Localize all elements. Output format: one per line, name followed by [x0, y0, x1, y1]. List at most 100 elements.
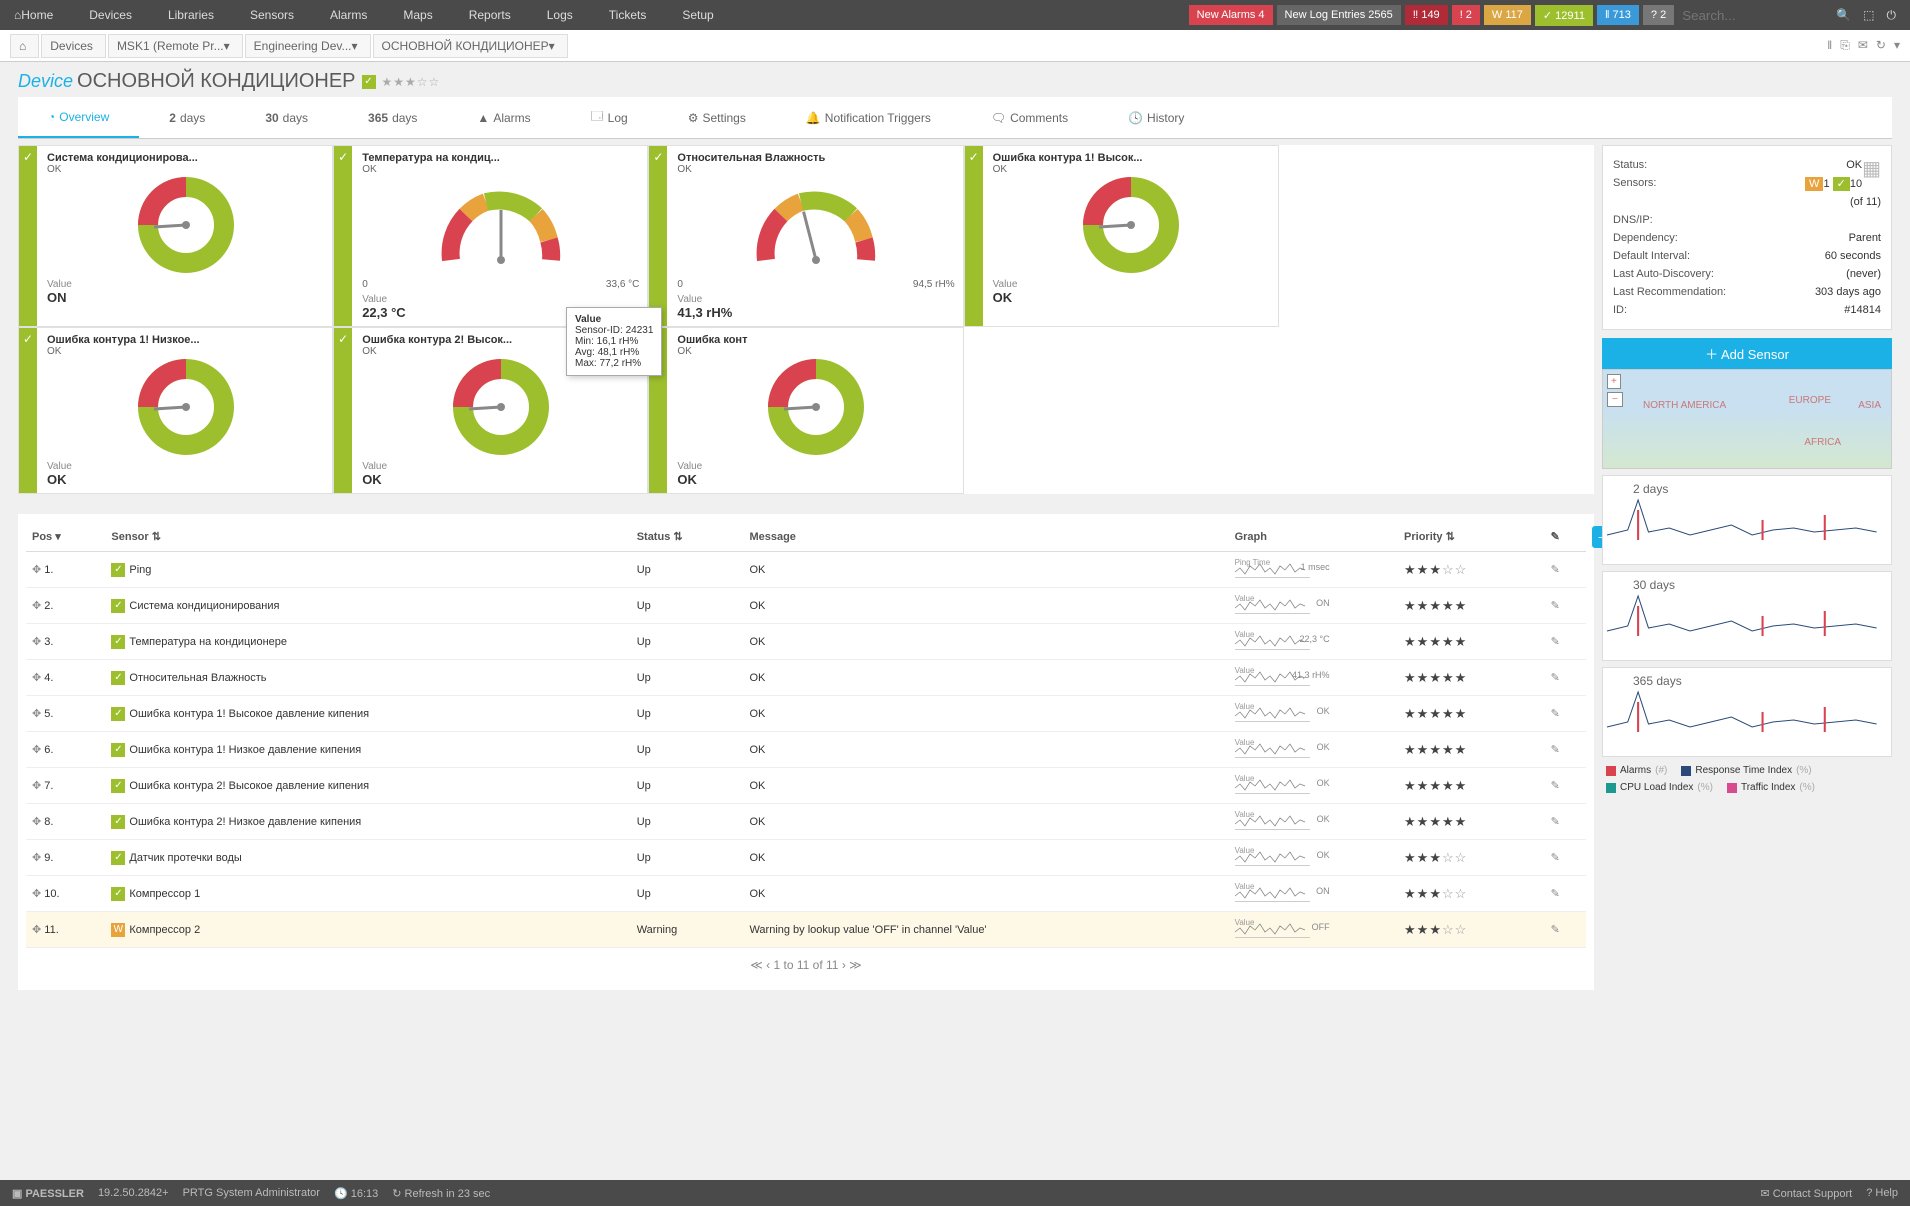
badge-warn[interactable]: W 117: [1484, 5, 1531, 25]
th-message[interactable]: Message: [743, 522, 1228, 552]
sensor-link[interactable]: Ошибка контура 1! Низкое давление кипени…: [129, 743, 361, 755]
priority-stars[interactable]: ★★★☆☆: [1404, 562, 1467, 577]
pause-icon[interactable]: ‖: [1827, 38, 1832, 53]
add-sensor-button[interactable]: ＋ Add Sensor: [1602, 338, 1892, 369]
sensor-link[interactable]: Компрессор 1: [129, 887, 200, 899]
sensor-link[interactable]: Система кондиционирования: [129, 599, 279, 611]
th-status[interactable]: Status ⇅: [631, 522, 744, 552]
edit-icon[interactable]: ✎: [1551, 888, 1560, 900]
pager-next[interactable]: ›: [842, 958, 846, 972]
search-icon[interactable]: 🔍: [1832, 4, 1855, 26]
edit-icon[interactable]: ✎: [1551, 816, 1560, 828]
contact-support[interactable]: ✉ Contact Support: [1760, 1187, 1852, 1200]
edit-icon[interactable]: ✎: [1551, 600, 1560, 612]
sensor-link[interactable]: Ping: [129, 563, 151, 575]
mini-chart-30days[interactable]: 30 days: [1602, 571, 1892, 661]
nav-sensors[interactable]: Sensors: [246, 2, 298, 28]
table-row[interactable]: ✥ 4.✓Относительная ВлажностьUpOKValue41,…: [26, 660, 1586, 696]
edit-icon[interactable]: ✎: [1551, 744, 1560, 756]
breadcrumb-device[interactable]: ОСНОВНОЙ КОНДИЦИОНЕР ▾: [373, 34, 568, 58]
drag-handle[interactable]: ✥: [32, 564, 41, 576]
tab-30-days[interactable]: 30 days: [235, 97, 338, 138]
nav-devices[interactable]: Devices: [85, 2, 136, 28]
table-row[interactable]: ✥ 11.WКомпрессор 2WarningWarning by look…: [26, 912, 1586, 948]
help-link[interactable]: ? Help: [1866, 1187, 1898, 1200]
breadcrumb-devices[interactable]: Devices: [41, 34, 106, 58]
priority-stars[interactable]: ★★★☆☆: [382, 75, 441, 89]
drag-handle[interactable]: ✥: [32, 924, 41, 936]
mini-chart-2days[interactable]: 2 days: [1602, 475, 1892, 565]
edit-icon[interactable]: ✎: [1551, 708, 1560, 720]
sensor-tile[interactable]: ✓Ошибка контура 1! Низкое...OKValueOK: [18, 327, 333, 494]
priority-stars[interactable]: ★★★★★: [1404, 814, 1467, 829]
tab-log[interactable]: 🗔Log: [561, 97, 658, 138]
table-row[interactable]: ✥ 2.✓Система кондиционированияUpOKValueO…: [26, 588, 1586, 624]
nav-maps[interactable]: Maps: [399, 2, 436, 28]
nav-alarms[interactable]: Alarms: [326, 2, 371, 28]
pager-first[interactable]: ≪: [750, 958, 766, 972]
edit-icon[interactable]: ✎: [1551, 672, 1560, 684]
refresh-status[interactable]: ↻ Refresh in 23 sec: [392, 1187, 490, 1200]
brand-logo[interactable]: ▣ PAESSLER: [12, 1187, 84, 1200]
badge-unknown[interactable]: ? 2: [1643, 5, 1674, 25]
table-row[interactable]: ✥ 3.✓Температура на кондиционереUpOKValu…: [26, 624, 1586, 660]
clipboard-icon[interactable]: ⎘: [1840, 38, 1850, 53]
sensor-link[interactable]: Ошибка контура 1! Высокое давление кипен…: [129, 707, 369, 719]
new-log-badge[interactable]: New Log Entries 2565: [1277, 5, 1401, 25]
th-graph[interactable]: Graph: [1229, 522, 1398, 552]
table-row[interactable]: ✥ 10.✓Компрессор 1UpOKValueON★★★☆☆✎: [26, 876, 1586, 912]
nav-setup[interactable]: Setup: [678, 2, 717, 28]
th-pos[interactable]: Pos ▾: [26, 522, 105, 552]
badge-up[interactable]: ✓ 12911: [1535, 5, 1593, 26]
nav-reports[interactable]: Reports: [465, 2, 515, 28]
table-row[interactable]: ✥ 7.✓Ошибка контура 2! Высокое давление …: [26, 768, 1586, 804]
nav-home[interactable]: ⌂Home: [10, 2, 57, 28]
th-sensor[interactable]: Sensor ⇅: [105, 522, 630, 552]
sensor-tile[interactable]: ✓Система кондиционирова...OKValueON: [18, 145, 333, 327]
sensor-tile[interactable]: ✓Температура на кондиц...OK033,6 °CValue…: [333, 145, 648, 327]
table-row[interactable]: ✥ 6.✓Ошибка контура 1! Низкое давление к…: [26, 732, 1586, 768]
drag-handle[interactable]: ✥: [32, 888, 41, 900]
priority-stars[interactable]: ★★★★★: [1404, 778, 1467, 793]
sensor-link[interactable]: Датчик протечки воды: [129, 851, 241, 863]
sensor-tile[interactable]: ✓Ошибка контура 1! Высок...OKValueOK: [964, 145, 1279, 327]
edit-icon[interactable]: ✎: [1551, 780, 1560, 792]
priority-stars[interactable]: ★★★☆☆: [1404, 850, 1467, 865]
sensor-link[interactable]: Ошибка контура 2! Низкое давление кипени…: [129, 815, 361, 827]
fullscreen-icon[interactable]: ⬚: [1859, 4, 1878, 26]
table-row[interactable]: ✥ 5.✓Ошибка контура 1! Высокое давление …: [26, 696, 1586, 732]
badge-down[interactable]: ! 2: [1452, 5, 1480, 25]
priority-stars[interactable]: ★★★★★: [1404, 670, 1467, 685]
priority-stars[interactable]: ★★★☆☆: [1404, 886, 1467, 901]
drag-handle[interactable]: ✥: [32, 816, 41, 828]
nav-tickets[interactable]: Tickets: [605, 2, 651, 28]
priority-stars[interactable]: ★★★☆☆: [1404, 922, 1467, 937]
th-priority[interactable]: Priority ⇅: [1398, 522, 1545, 552]
priority-stars[interactable]: ★★★★★: [1404, 598, 1467, 613]
drag-handle[interactable]: ✥: [32, 636, 41, 648]
priority-stars[interactable]: ★★★★★: [1404, 742, 1467, 757]
qr-icon[interactable]: ▦: [1862, 156, 1881, 181]
badge-paused[interactable]: ‖ 713: [1597, 5, 1639, 25]
map-zoom-out[interactable]: −: [1607, 392, 1623, 407]
map-zoom-in[interactable]: +: [1607, 374, 1621, 389]
pager-last[interactable]: ≫: [849, 958, 862, 972]
sensor-link[interactable]: Температура на кондиционере: [129, 635, 287, 647]
tab-alarms[interactable]: ▲Alarms: [447, 97, 560, 138]
drag-handle[interactable]: ✥: [32, 708, 41, 720]
tab-2-days[interactable]: 2 days: [139, 97, 235, 138]
nav-logs[interactable]: Logs: [543, 2, 577, 28]
tab-overview[interactable]: ◔Overview: [18, 97, 139, 138]
priority-stars[interactable]: ★★★★★: [1404, 706, 1467, 721]
breadcrumb-group[interactable]: Engineering Dev... ▾: [245, 34, 371, 58]
tab-settings[interactable]: ⚙Settings: [658, 97, 776, 138]
breadcrumb-probe[interactable]: MSK1 (Remote Pr... ▾: [108, 34, 243, 58]
edit-icon[interactable]: ✎: [1551, 564, 1560, 576]
new-alarms-badge[interactable]: New Alarms 4: [1189, 5, 1273, 25]
table-row[interactable]: ✥ 8.✓Ошибка контура 2! Низкое давление к…: [26, 804, 1586, 840]
edit-icon[interactable]: ✎: [1551, 852, 1560, 864]
tab-history[interactable]: 🕓History: [1098, 97, 1214, 138]
priority-stars[interactable]: ★★★★★: [1404, 634, 1467, 649]
chevron-down-icon[interactable]: ▾: [1894, 38, 1900, 53]
badge-down-critical[interactable]: ‼ 149: [1405, 5, 1448, 25]
